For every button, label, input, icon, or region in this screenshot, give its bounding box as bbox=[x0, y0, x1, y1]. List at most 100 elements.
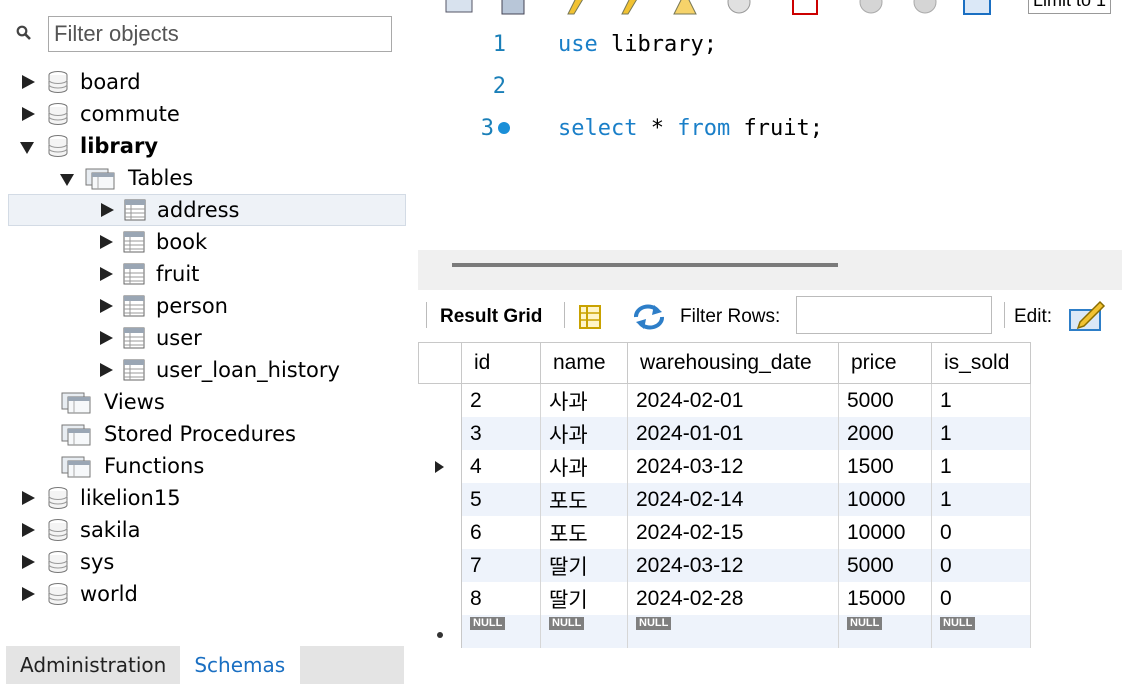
filter-objects-input[interactable] bbox=[48, 16, 392, 52]
tab-administration[interactable]: Administration bbox=[6, 646, 181, 684]
expand-arrow-icon[interactable] bbox=[20, 491, 35, 505]
table-row[interactable]: 5 포도 2024-02-14 10000 1 bbox=[418, 483, 1031, 516]
cell-price[interactable]: 15000 bbox=[838, 582, 932, 615]
autocommit-icon[interactable] bbox=[962, 0, 992, 16]
cell-warehousing-date[interactable]: 2024-03-12 bbox=[627, 549, 839, 582]
cell-price[interactable]: 5000 bbox=[838, 383, 932, 417]
refresh-icon[interactable] bbox=[632, 302, 666, 332]
cell-warehousing-date[interactable]: 2024-02-28 bbox=[627, 582, 839, 615]
tree-item-book[interactable]: book bbox=[98, 226, 207, 258]
table-row[interactable]: 8 딸기 2024-02-28 15000 0 bbox=[418, 582, 1031, 615]
cell-is-sold[interactable]: 1 bbox=[931, 383, 1031, 417]
expand-arrow-icon[interactable] bbox=[99, 203, 114, 217]
collapse-arrow-icon[interactable] bbox=[20, 139, 34, 154]
expand-arrow-icon[interactable] bbox=[98, 235, 113, 249]
save-icon[interactable] bbox=[498, 0, 528, 16]
cell-is-sold[interactable]: 1 bbox=[931, 483, 1031, 516]
table-row[interactable]: 3 사과 2024-01-01 2000 1 bbox=[418, 417, 1031, 450]
cell-price[interactable]: 5000 bbox=[838, 549, 932, 582]
cell-name[interactable]: 사과 bbox=[540, 383, 628, 417]
column-header-price[interactable]: price bbox=[838, 342, 932, 384]
collapse-arrow-icon[interactable] bbox=[60, 171, 74, 186]
tree-item-library[interactable]: library bbox=[20, 130, 158, 162]
tree-item-person[interactable]: person bbox=[98, 290, 228, 322]
table-row[interactable]: 6 포도 2024-02-15 10000 0 bbox=[418, 516, 1031, 549]
column-header-name[interactable]: name bbox=[540, 342, 628, 384]
horizontal-scrollbar[interactable] bbox=[452, 263, 838, 267]
row-header[interactable] bbox=[418, 483, 462, 516]
tab-schemas[interactable]: Schemas bbox=[180, 646, 301, 684]
cell-price[interactable]: NULL bbox=[838, 615, 932, 648]
cell-warehousing-date[interactable]: 2024-01-01 bbox=[627, 417, 839, 450]
stop-icon[interactable] bbox=[724, 0, 754, 16]
tree-item-commute[interactable]: commute bbox=[20, 98, 180, 130]
limit-rows-select[interactable]: Limit to 1 bbox=[1028, 0, 1112, 14]
cell-is-sold[interactable]: 0 bbox=[931, 549, 1031, 582]
expand-arrow-icon[interactable] bbox=[20, 75, 35, 89]
cell-price[interactable]: 10000 bbox=[838, 516, 932, 549]
tree-item-fruit[interactable]: fruit bbox=[98, 258, 199, 290]
tree-item-user-loan-history[interactable]: user_loan_history bbox=[98, 354, 340, 386]
cell-name[interactable]: 사과 bbox=[540, 450, 628, 483]
tree-item-address[interactable]: address bbox=[8, 194, 406, 226]
table-row[interactable]: 2 사과 2024-02-01 5000 1 bbox=[418, 383, 1031, 417]
sql-editor[interactable]: 1 use library; 2 3 select * from fruit; bbox=[418, 18, 1122, 250]
expand-arrow-icon[interactable] bbox=[98, 363, 113, 377]
column-header-id[interactable]: id bbox=[461, 342, 541, 384]
edit-pencil-icon[interactable] bbox=[1068, 298, 1106, 332]
cell-is-sold[interactable]: 1 bbox=[931, 417, 1031, 450]
row-header[interactable] bbox=[418, 516, 462, 549]
expand-arrow-icon[interactable] bbox=[98, 267, 113, 281]
cell-name[interactable]: 딸기 bbox=[540, 549, 628, 582]
cell-price[interactable]: 1500 bbox=[838, 450, 932, 483]
row-header[interactable] bbox=[418, 383, 462, 417]
cell-id[interactable]: 2 bbox=[461, 383, 541, 417]
tree-item-sakila[interactable]: sakila bbox=[20, 514, 141, 546]
cell-name[interactable]: 포도 bbox=[540, 483, 628, 516]
explain-icon[interactable] bbox=[670, 0, 700, 16]
table-row[interactable]: 7 딸기 2024-03-12 5000 0 bbox=[418, 549, 1031, 582]
row-header[interactable] bbox=[418, 417, 462, 450]
cell-price[interactable]: 10000 bbox=[838, 483, 932, 516]
row-header[interactable] bbox=[418, 450, 462, 483]
grid-layout-icon[interactable] bbox=[578, 304, 602, 330]
cell-warehousing-date[interactable]: NULL bbox=[627, 615, 839, 648]
rollback-icon[interactable] bbox=[910, 0, 940, 16]
cell-id[interactable]: 4 bbox=[461, 450, 541, 483]
row-header[interactable] bbox=[418, 615, 462, 648]
new-row[interactable]: NULL NULL NULL NULL NULL bbox=[418, 615, 1031, 648]
execute-current-icon[interactable] bbox=[616, 0, 646, 16]
commit-icon[interactable] bbox=[856, 0, 886, 16]
cell-name[interactable]: NULL bbox=[540, 615, 628, 648]
column-header-is-sold[interactable]: is_sold bbox=[931, 342, 1031, 384]
cell-id[interactable]: 3 bbox=[461, 417, 541, 450]
result-grid-tab[interactable]: Result Grid bbox=[440, 306, 542, 328]
tree-item-board[interactable]: board bbox=[20, 66, 141, 98]
cell-warehousing-date[interactable]: 2024-03-12 bbox=[627, 450, 839, 483]
cell-is-sold[interactable]: 0 bbox=[931, 516, 1031, 549]
tree-item-functions[interactable]: Functions bbox=[60, 450, 204, 482]
cell-warehousing-date[interactable]: 2024-02-01 bbox=[627, 383, 839, 417]
row-header[interactable] bbox=[418, 549, 462, 582]
table-row[interactable]: 4 사과 2024-03-12 1500 1 bbox=[418, 450, 1031, 483]
tree-item-user[interactable]: user bbox=[98, 322, 202, 354]
row-header[interactable] bbox=[418, 582, 462, 615]
column-header-warehousing-date[interactable]: warehousing_date bbox=[627, 342, 839, 384]
tree-item-tables[interactable]: Tables bbox=[60, 162, 193, 194]
filter-rows-input[interactable] bbox=[796, 296, 992, 334]
tree-item-sys[interactable]: sys bbox=[20, 546, 114, 578]
expand-arrow-icon[interactable] bbox=[98, 331, 113, 345]
cell-warehousing-date[interactable]: 2024-02-14 bbox=[627, 483, 839, 516]
cell-id[interactable]: 7 bbox=[461, 549, 541, 582]
cell-is-sold[interactable]: 0 bbox=[931, 582, 1031, 615]
cell-name[interactable]: 딸기 bbox=[540, 582, 628, 615]
tree-item-stored-procedures[interactable]: Stored Procedures bbox=[60, 418, 296, 450]
cell-name[interactable]: 사과 bbox=[540, 417, 628, 450]
tree-item-views[interactable]: Views bbox=[60, 386, 165, 418]
cell-id[interactable]: 6 bbox=[461, 516, 541, 549]
open-file-icon[interactable] bbox=[444, 0, 474, 16]
cell-is-sold[interactable]: NULL bbox=[931, 615, 1031, 648]
toggle-error-icon[interactable] bbox=[790, 0, 820, 16]
execute-icon[interactable] bbox=[562, 0, 592, 16]
cell-is-sold[interactable]: 1 bbox=[931, 450, 1031, 483]
